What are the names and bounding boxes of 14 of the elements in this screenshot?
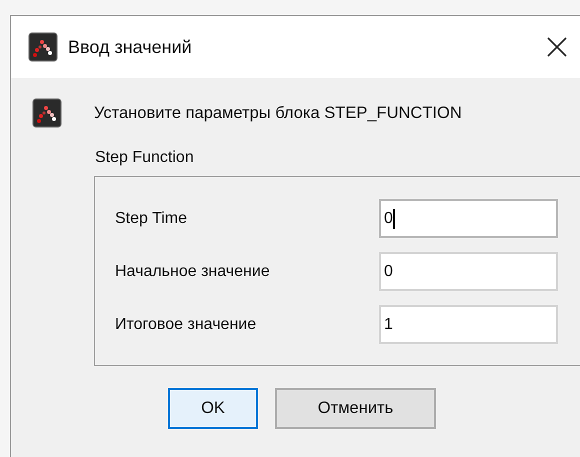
window-title: Ввод значений xyxy=(68,36,193,59)
value-field[interactable]: 0 xyxy=(379,199,558,238)
close-icon xyxy=(547,37,567,57)
group-title: Step Function xyxy=(94,148,195,168)
dialog-button[interactable]: OK xyxy=(168,388,258,429)
dialog-button[interactable]: Отменить xyxy=(275,388,436,429)
value-field[interactable]: 0 xyxy=(379,252,558,291)
app-logo-icon xyxy=(28,32,58,62)
app-logo-icon xyxy=(32,98,62,128)
message-text: Установите параметры блока STEP_FUNCTION xyxy=(94,102,462,124)
field-label: Начальное значение xyxy=(115,262,271,282)
value-field[interactable]: 1 xyxy=(379,305,558,344)
field-label: Step Time xyxy=(115,208,188,228)
field-label: Итоговое значение xyxy=(115,314,258,334)
